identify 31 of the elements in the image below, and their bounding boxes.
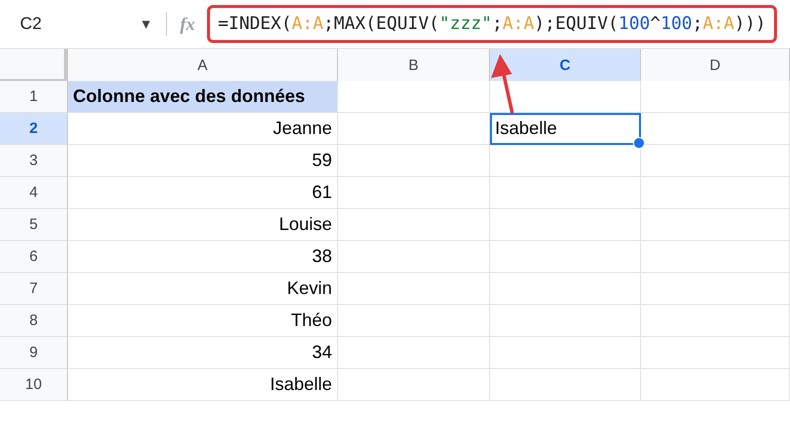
row-header[interactable]: 5 [0,209,68,241]
row-header[interactable]: 10 [0,369,68,401]
select-all-corner[interactable] [0,49,68,83]
name-box[interactable]: C2 ▾ [0,14,160,34]
column-header[interactable]: B [338,49,490,83]
caret-icon[interactable]: ▾ [142,14,150,34]
table-cell[interactable]: 61 [68,177,338,209]
row-header[interactable]: 8 [0,305,68,337]
table-cell[interactable]: 59 [68,145,338,177]
table-cell[interactable]: 34 [68,337,338,369]
fill-handle[interactable] [633,137,645,149]
formula-field[interactable]: =INDEX(A:A;MAX(EQUIV("zzz";A:A);EQUIV(100^100;A:A))) [207,5,777,43]
row-header[interactable]: 2 [0,113,68,145]
row-header[interactable]: 3 [0,145,68,177]
row-header[interactable]: 9 [0,337,68,369]
annotation-arrow [491,54,514,114]
row-header[interactable]: 4 [0,177,68,209]
column-header[interactable]: D [641,49,790,83]
function-icon: fx [179,14,201,34]
row-header[interactable]: 7 [0,273,68,305]
table-cell[interactable]: Isabelle [68,369,338,401]
row-header[interactable]: 6 [0,241,68,273]
row-header[interactable]: 1 [0,81,68,113]
table-cell[interactable]: Colonne avec des données [68,81,338,113]
column-header[interactable]: A [68,49,338,83]
table-cell[interactable]: Louise [68,209,338,241]
table-cell[interactable]: Théo [68,305,338,337]
cell-reference: C2 [20,14,42,34]
table-cell[interactable]: Kevin [68,273,338,305]
table-cell[interactable]: 38 [68,241,338,273]
table-cell[interactable]: Jeanne [68,113,338,145]
